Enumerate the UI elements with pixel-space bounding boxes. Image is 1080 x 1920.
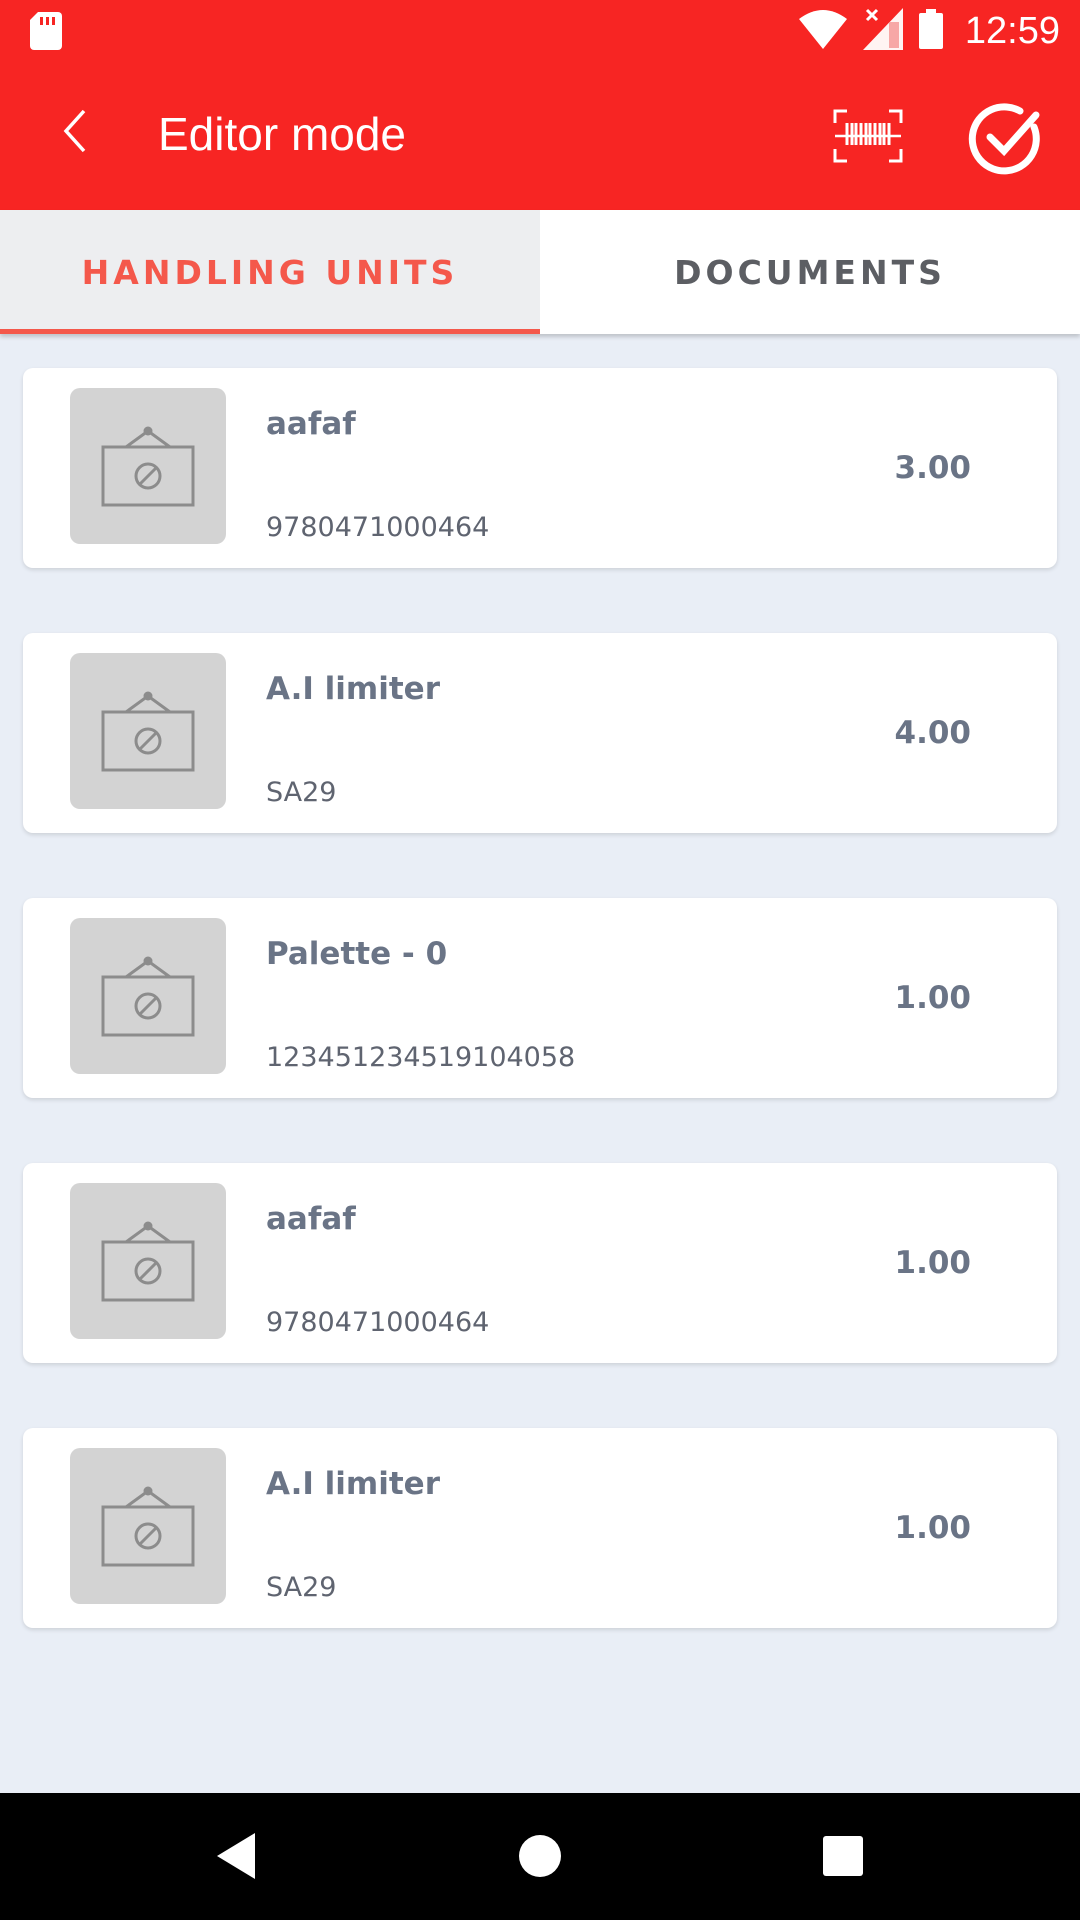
page-title: Editor mode <box>158 108 407 160</box>
item-quantity: 3.00 <box>894 450 972 486</box>
tab-handling-units[interactable]: HANDLING UNITS <box>0 210 540 334</box>
app-bar: Editor mode <box>0 63 1080 210</box>
confirm-button[interactable] <box>965 100 1047 182</box>
status-bar: 12:59 <box>0 0 1080 63</box>
image-placeholder-icon <box>70 653 226 809</box>
image-placeholder-icon <box>70 1448 226 1604</box>
status-icons: 12:59 <box>798 8 1060 54</box>
item-title: Palette - 0 <box>266 936 448 972</box>
check-circle-icon <box>968 101 1044 181</box>
item-title: aafaf <box>266 1201 356 1237</box>
image-placeholder-icon <box>70 388 226 544</box>
item-title: aafaf <box>266 406 356 442</box>
back-button[interactable] <box>45 103 105 163</box>
status-time: 12:59 <box>964 9 1060 52</box>
nav-recents-button[interactable] <box>808 1823 878 1893</box>
wifi-icon <box>798 9 847 53</box>
nav-back-button[interactable] <box>202 1823 272 1893</box>
barcode-scan-button[interactable] <box>828 103 908 173</box>
list-item[interactable]: aafaf 9780471000464 1.00 <box>23 1163 1057 1363</box>
recents-square-icon <box>823 1836 863 1880</box>
image-placeholder-icon <box>70 918 226 1074</box>
nav-home-button[interactable] <box>505 1823 575 1893</box>
item-code: SA29 <box>266 777 337 808</box>
chevron-left-icon <box>60 109 90 157</box>
item-title: A.I limiter <box>266 1466 440 1502</box>
list-item[interactable]: A.I limiter SA29 4.00 <box>23 633 1057 833</box>
back-triangle-icon <box>217 1833 257 1883</box>
item-quantity: 1.00 <box>894 1510 972 1546</box>
tab-documents[interactable]: DOCUMENTS <box>540 210 1080 334</box>
list-item[interactable]: aafaf 9780471000464 3.00 <box>23 368 1057 568</box>
sd-card-icon <box>30 12 62 54</box>
tab-bar: HANDLING UNITS DOCUMENTS <box>0 210 1080 334</box>
list-item[interactable]: A.I limiter SA29 1.00 <box>23 1428 1057 1628</box>
signal-no-sim-icon <box>862 8 903 54</box>
item-code: 9780471000464 <box>266 1307 490 1338</box>
item-title: A.I limiter <box>266 671 440 707</box>
item-code: 123451234519104058 <box>266 1042 576 1073</box>
item-quantity: 4.00 <box>894 715 972 751</box>
screen: 12:59 Editor mode HANDLING UNITS DOCUMEN… <box>0 0 1080 1920</box>
item-quantity: 1.00 <box>894 980 972 1016</box>
barcode-scan-icon <box>833 109 903 167</box>
battery-icon <box>918 9 943 53</box>
item-code: SA29 <box>266 1572 337 1603</box>
image-placeholder-icon <box>70 1183 226 1339</box>
list-item[interactable]: Palette - 0 123451234519104058 1.00 <box>23 898 1057 1098</box>
item-quantity: 1.00 <box>894 1245 972 1281</box>
home-circle-icon <box>518 1834 562 1882</box>
item-code: 9780471000464 <box>266 512 490 543</box>
system-nav-bar <box>0 1793 1080 1920</box>
